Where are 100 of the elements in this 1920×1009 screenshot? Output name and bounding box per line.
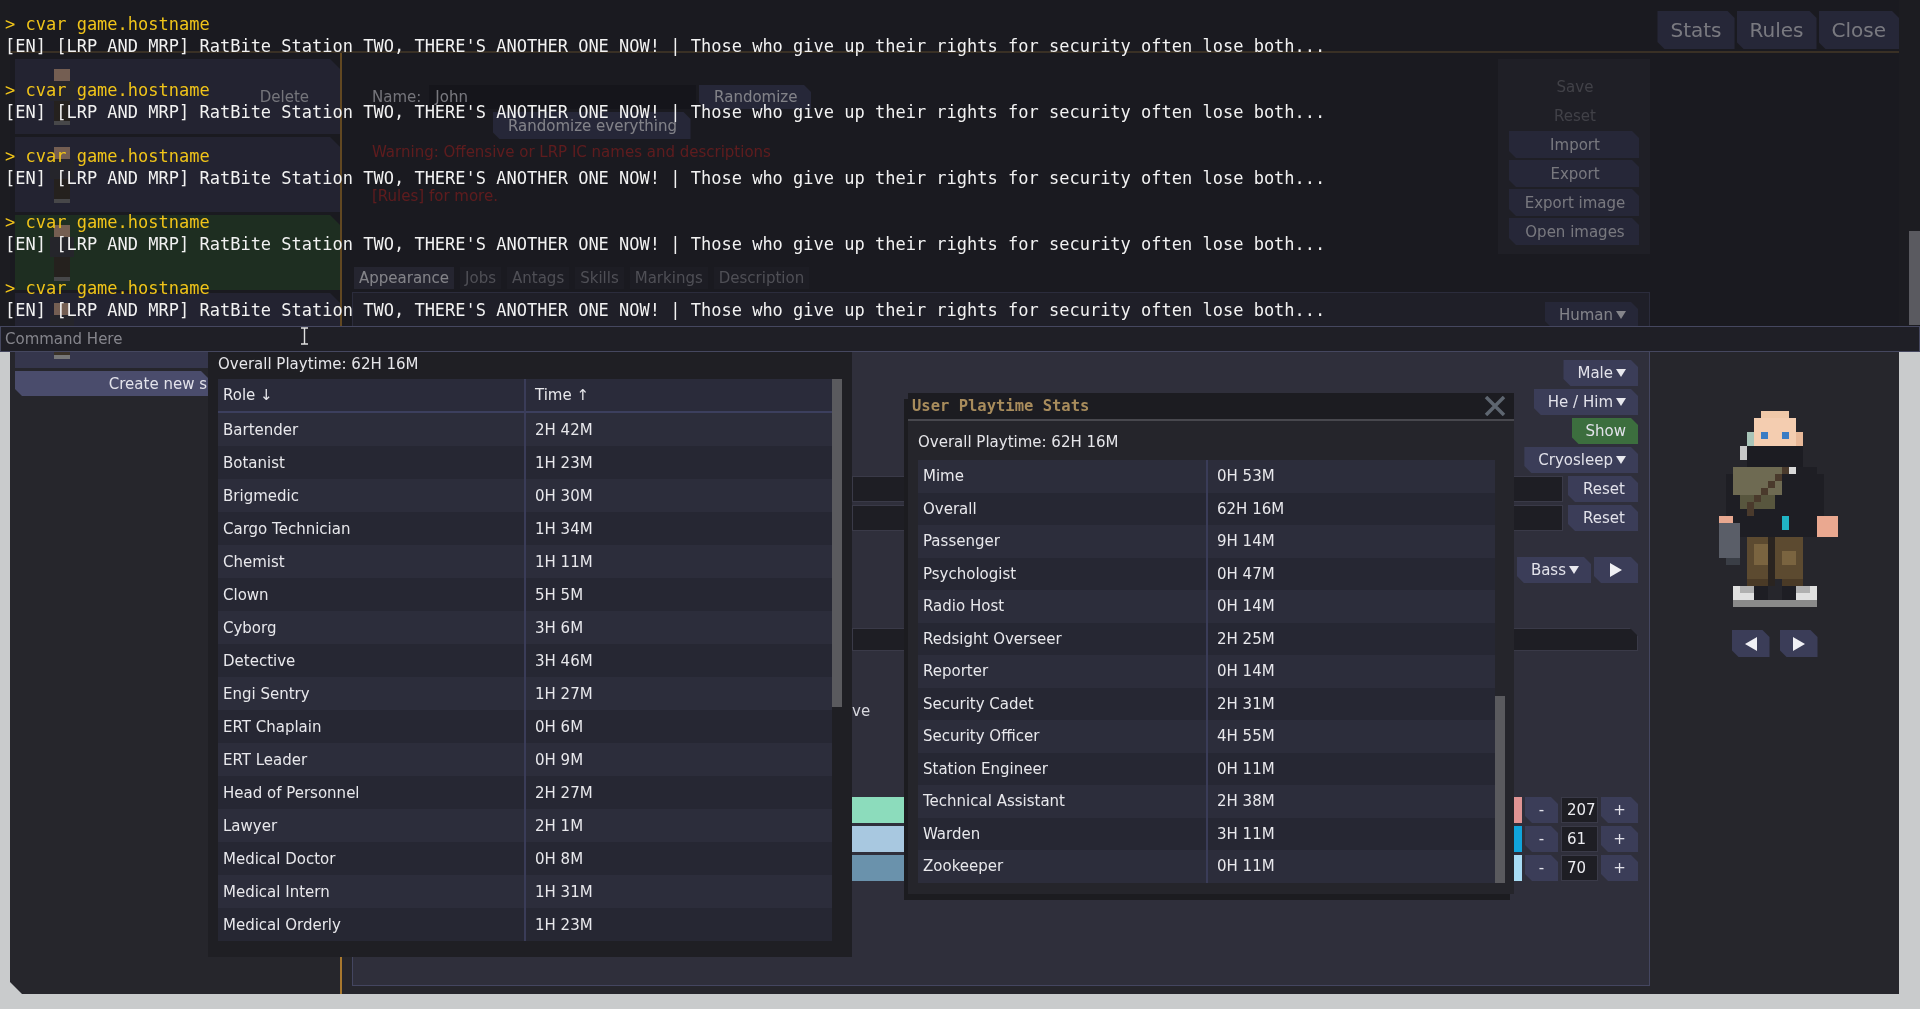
table-cell: Lawyer bbox=[218, 809, 524, 842]
table-cell: Cargo Technician bbox=[218, 512, 524, 545]
caret-icon bbox=[1616, 456, 1626, 464]
scrollbar-thumb[interactable] bbox=[832, 379, 842, 707]
warning-text: Warning: Offensive or LRP IC names and descriptions bbox=[372, 142, 771, 163]
dropdown-button[interactable]: Male bbox=[1563, 360, 1638, 386]
table-cell: Reporter bbox=[918, 655, 1206, 688]
rotate-left-button[interactable] bbox=[1731, 630, 1770, 657]
action-button[interactable]: Export bbox=[1509, 160, 1639, 187]
table-cell: Redsight Overseer bbox=[918, 622, 1206, 655]
table-cell: 0H 9M bbox=[524, 743, 832, 776]
overall-playtime-text: Overall Playtime: 62H 16M bbox=[918, 433, 1119, 451]
toggle-button[interactable]: Show bbox=[1571, 418, 1638, 444]
text-cursor-icon bbox=[300, 327, 309, 345]
scrollbar-thumb[interactable] bbox=[1495, 695, 1505, 883]
table-cell: 2H 31M bbox=[1206, 687, 1495, 720]
table-cell: Passenger bbox=[918, 525, 1206, 558]
table-cell: 2H 38M bbox=[1206, 785, 1495, 818]
dropdown-button[interactable]: Human bbox=[1544, 302, 1638, 328]
column-header[interactable]: Role ↓ bbox=[218, 379, 524, 413]
table-cell: Head of Personnel bbox=[218, 776, 524, 809]
increment-button[interactable]: + bbox=[1601, 797, 1638, 823]
table-cell: Zookeeper bbox=[918, 850, 1206, 883]
table-cell: 4H 55M bbox=[1206, 720, 1495, 753]
table-cell: 0H 53M bbox=[1206, 460, 1495, 493]
console-command-line: > cvar game.hostname bbox=[5, 79, 210, 101]
overall-playtime-text: Overall Playtime: 62H 16M bbox=[218, 355, 419, 373]
action-button[interactable]: Open images bbox=[1509, 218, 1639, 245]
create-character-button[interactable]: Create new s bbox=[15, 371, 208, 396]
table-cell: 2H 42M bbox=[524, 413, 832, 446]
table-cell: Clown bbox=[218, 578, 524, 611]
decrement-button[interactable]: - bbox=[1525, 855, 1558, 881]
table-cell: 0H 11M bbox=[1206, 752, 1495, 785]
table-cell: Botanist bbox=[218, 446, 524, 479]
table-cell: Security Officer bbox=[918, 720, 1206, 753]
table-cell: 1H 23M bbox=[524, 908, 832, 941]
table-cell: 0H 6M bbox=[524, 710, 832, 743]
table-cell: Chemist bbox=[218, 545, 524, 578]
console-output-line: [EN] [LRP AND MRP] RatBite Station TWO, THERE'S ANOTHER ONE NOW! | Those who give up their rights for security often lose both... bbox=[5, 299, 1326, 321]
increment-button[interactable]: + bbox=[1601, 855, 1638, 881]
table-cell: 5H 5M bbox=[524, 578, 832, 611]
console-command-line: > cvar game.hostname bbox=[5, 211, 210, 233]
scrollbar-thumb[interactable] bbox=[1909, 231, 1920, 325]
table-cell: 0H 11M bbox=[1206, 850, 1495, 883]
caret-icon bbox=[1569, 566, 1579, 574]
table-cell: 62H 16M bbox=[1206, 492, 1495, 525]
dropdown-button[interactable]: He / Him bbox=[1533, 389, 1638, 415]
console-output-line: [EN] [LRP AND MRP] RatBite Station TWO, THERE'S ANOTHER ONE NOW! | Those who give up their rights for security often lose both... bbox=[5, 35, 1326, 57]
console-output-line: [EN] [LRP AND MRP] RatBite Station TWO, THERE'S ANOTHER ONE NOW! | Those who give up their rights for security often lose both... bbox=[5, 167, 1326, 189]
table-cell: Security Cadet bbox=[918, 687, 1206, 720]
play-button[interactable] bbox=[1594, 557, 1638, 583]
close-icon[interactable] bbox=[1484, 396, 1506, 416]
table-cell: Psychologist bbox=[918, 557, 1206, 590]
console-command-line: > cvar game.hostname bbox=[5, 277, 210, 299]
table-cell: 0H 14M bbox=[1206, 655, 1495, 688]
caret-icon bbox=[1616, 311, 1626, 319]
table-cell: 0H 30M bbox=[524, 479, 832, 512]
right-arrow-icon bbox=[1792, 636, 1805, 651]
name-label: Name: bbox=[372, 88, 422, 106]
table-cell: 1H 27M bbox=[524, 677, 832, 710]
number-field[interactable]: 61 bbox=[1561, 826, 1598, 852]
table-cell: Cyborg bbox=[218, 611, 524, 644]
label-text: ve bbox=[852, 702, 871, 720]
table-cell: 2H 25M bbox=[1206, 622, 1495, 655]
table-cell: Medical Orderly bbox=[218, 908, 524, 941]
table-cell: 3H 6M bbox=[524, 611, 832, 644]
console-command-line: > cvar game.hostname bbox=[5, 13, 210, 35]
warning-text: [Rules] for more. bbox=[372, 186, 498, 207]
play-icon bbox=[1610, 563, 1622, 577]
table-cell: ERT Chaplain bbox=[218, 710, 524, 743]
command-input[interactable]: Command Here bbox=[0, 326, 1920, 352]
decrement-button[interactable]: - bbox=[1525, 826, 1558, 852]
table-cell: 3H 11M bbox=[1206, 817, 1495, 850]
number-field[interactable]: 207 bbox=[1561, 797, 1598, 823]
header-button[interactable]: Close bbox=[1818, 11, 1899, 49]
console-output-line: [EN] [LRP AND MRP] RatBite Station TWO, THERE'S ANOTHER ONE NOW! | Those who give up their rights for security often lose both... bbox=[5, 233, 1326, 255]
caret-icon bbox=[1616, 398, 1626, 406]
table-cell: Brigmedic bbox=[218, 479, 524, 512]
increment-button[interactable]: + bbox=[1601, 826, 1638, 852]
table-cell: Bartender bbox=[218, 413, 524, 446]
dropdown-button[interactable]: Bass bbox=[1516, 557, 1591, 583]
table-cell: Radio Host bbox=[918, 590, 1206, 623]
table-cell: 0H 47M bbox=[1206, 557, 1495, 590]
action-button[interactable]: Export image bbox=[1509, 189, 1639, 216]
action-button[interactable]: Import bbox=[1509, 131, 1639, 158]
reset-button[interactable]: Reset bbox=[1568, 476, 1638, 502]
column-header[interactable]: Time ↑ bbox=[524, 379, 832, 413]
header-button[interactable]: Stats bbox=[1657, 11, 1735, 49]
reset-button[interactable]: Reset bbox=[1568, 505, 1638, 531]
header-button[interactable]: Rules bbox=[1736, 11, 1817, 49]
table-cell: Technical Assistant bbox=[918, 785, 1206, 818]
table-cell: 1H 31M bbox=[524, 875, 832, 908]
dropdown-button[interactable]: Cryosleep bbox=[1524, 447, 1638, 473]
rotate-right-button[interactable] bbox=[1779, 630, 1818, 657]
table-cell: Warden bbox=[918, 817, 1206, 850]
decrement-button[interactable]: - bbox=[1525, 797, 1558, 823]
number-field[interactable]: 70 bbox=[1561, 855, 1598, 881]
table-cell: 2H 1M bbox=[524, 809, 832, 842]
table-cell: 3H 46M bbox=[524, 644, 832, 677]
tab[interactable]: Appearance bbox=[354, 267, 455, 289]
